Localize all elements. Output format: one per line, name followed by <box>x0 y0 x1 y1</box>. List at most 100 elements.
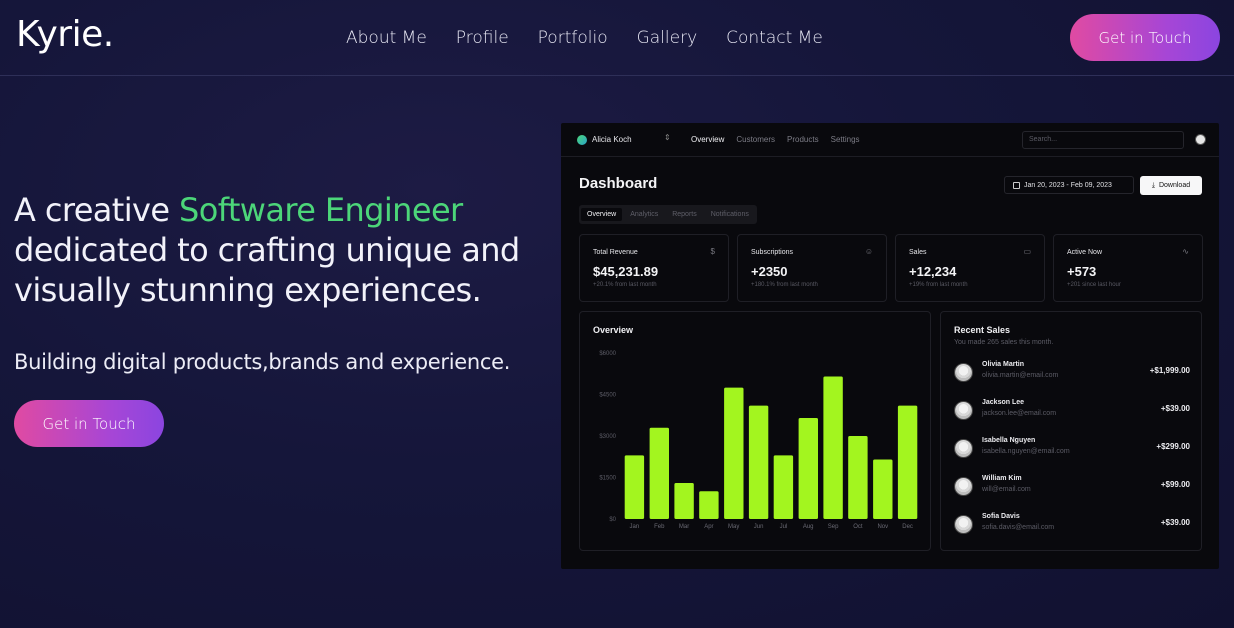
x-tick-label: May <box>728 524 739 530</box>
bar-feb <box>649 427 669 519</box>
sale-email: will@email.com <box>982 486 1031 493</box>
avatar <box>954 401 973 420</box>
kpi-note: +201 since last hour <box>1067 282 1121 288</box>
header-get-in-touch-button[interactable]: Get in Touch <box>1070 14 1220 61</box>
kpi-value: +12,234 <box>909 264 957 279</box>
hero-title-accent: Software Engineer <box>179 191 463 229</box>
account-avatar <box>577 135 587 145</box>
bar-jul <box>773 455 794 519</box>
sale-amount: +$99.00 <box>1160 480 1190 489</box>
dashboard-nav-customers: Customers <box>736 135 776 144</box>
recent-sales-card: Recent Sales You made 265 sales this mon… <box>940 311 1202 551</box>
dashboard-nav-overview: Overview <box>691 135 725 144</box>
tab-analytics: Analytics <box>630 211 659 218</box>
kpi-card-active-now: Active Now ∿ +573 +201 since last hour <box>1053 234 1203 302</box>
kpi-label: Active Now <box>1067 249 1103 256</box>
nav-link-gallery[interactable]: Gallery <box>637 28 698 48</box>
sale-name: William Kim <box>982 475 1022 482</box>
bar-apr <box>699 491 719 519</box>
dashboard-search: Search... <box>1022 131 1184 149</box>
x-tick-label: Apr <box>704 524 713 530</box>
bar-jan <box>624 455 645 519</box>
x-tick-label: Aug <box>803 524 814 530</box>
user-avatar <box>1195 134 1206 145</box>
download-icon: ⤓ <box>1151 181 1155 189</box>
dollar-icon: $ <box>710 247 715 256</box>
kpi-value: $45,231.89 <box>593 264 659 279</box>
bar-dec <box>897 405 918 519</box>
sale-email: jackson.lee@email.com <box>982 410 1057 417</box>
kpi-card-sales: Sales ▭ +12,234 +19% from last month <box>895 234 1045 302</box>
account-name: Alicia Koch <box>592 135 632 144</box>
bar-jun <box>748 405 769 519</box>
bar-oct <box>848 436 868 519</box>
dashboard-topbar: Alicia Koch ⇕ Overview Customers Product… <box>561 123 1219 157</box>
top-navbar: Kyrie. About Me Profile Portfolio Galler… <box>0 0 1234 76</box>
y-tick-label: $0 <box>609 517 616 523</box>
dashboard-preview-image: Alicia Koch ⇕ Overview Customers Product… <box>561 123 1219 569</box>
nav-link-about-me[interactable]: About Me <box>346 28 427 48</box>
sale-amount: +$1,999.00 <box>1149 366 1190 375</box>
date-range-picker: Jan 20, 2023 - Feb 09, 2023 <box>1004 176 1134 194</box>
x-tick-label: Jun <box>754 524 764 530</box>
site-logo[interactable]: Kyrie. <box>16 14 114 55</box>
kpi-label: Subscriptions <box>751 249 794 256</box>
sale-row: Isabella Nguyen isabella.nguyen@email.co… <box>954 436 1190 460</box>
kpi-card-subscriptions: Subscriptions ☺ +2350 +180.1% from last … <box>737 234 887 302</box>
kpi-label: Sales <box>909 249 927 256</box>
x-tick-label: Sep <box>828 524 839 530</box>
nav-link-portfolio[interactable]: Portfolio <box>538 28 608 48</box>
bar-sep <box>823 376 843 519</box>
date-range-text: Jan 20, 2023 - Feb 09, 2023 <box>1024 181 1112 189</box>
sale-amount: +$39.00 <box>1160 404 1190 413</box>
users-icon: ☺ <box>864 247 873 256</box>
y-tick-label: $1500 <box>599 476 616 482</box>
sale-email: sofia.davis@email.com <box>982 524 1055 531</box>
sale-row: Sofia Davis sofia.davis@email.com +$39.0… <box>954 512 1190 536</box>
sale-name: Olivia Martin <box>982 361 1025 368</box>
kpi-label: Total Revenue <box>593 249 638 256</box>
overview-chart-card: Overview $0 $1500 $3000 $4500 $6000 Jan Feb Mar… <box>579 311 931 551</box>
sale-row: Jackson Lee jackson.lee@email.com +$39.0… <box>954 398 1190 422</box>
bar-nov <box>873 459 893 519</box>
avatar <box>954 477 973 496</box>
hero-title-rest: dedicated to crafting unique and visuall… <box>14 231 520 309</box>
kpi-value: +573 <box>1067 264 1097 279</box>
bar-aug <box>798 418 818 519</box>
nav-link-profile[interactable]: Profile <box>456 28 509 48</box>
y-tick-label: $6000 <box>599 351 616 357</box>
sale-email: olivia.martin@email.com <box>982 372 1059 379</box>
recent-sales-subtitle: You made 265 sales this month. <box>954 339 1054 346</box>
kpi-note: +19% from last month <box>909 282 968 288</box>
avatar <box>954 515 973 534</box>
credit-card-icon: ▭ <box>1023 247 1031 256</box>
sale-name: Isabella Nguyen <box>982 437 1036 444</box>
calendar-icon <box>1013 181 1020 189</box>
tab-overview: Overview <box>581 208 623 221</box>
sale-name: Jackson Lee <box>982 399 1025 406</box>
hero-get-in-touch-button[interactable]: Get in Touch <box>14 400 164 447</box>
nav-link-contact-me[interactable]: Contact Me <box>726 28 823 48</box>
avatar <box>954 439 973 458</box>
sale-row: William Kim will@email.com +$99.00 <box>954 474 1190 498</box>
kpi-card-total-revenue: Total Revenue $ $45,231.89 +20.1% from l… <box>579 234 729 302</box>
sale-email: isabella.nguyen@email.com <box>982 448 1070 455</box>
recent-sales-title: Recent Sales <box>954 325 1011 335</box>
hero-title: A creative Software Engineer dedicated t… <box>14 190 554 310</box>
x-tick-label: Dec <box>902 524 913 530</box>
x-tick-label: Jul <box>780 524 788 530</box>
bar-mar <box>674 483 694 519</box>
overview-bar-chart: $0 $1500 $3000 $4500 $6000 Jan Feb Mar Apr May Jun… <box>599 351 918 530</box>
activity-icon: ∿ <box>1182 247 1189 256</box>
main-nav: About Me Profile Portfolio Gallery Conta… <box>346 28 823 48</box>
x-tick-label: Jan <box>630 524 640 530</box>
sale-amount: +$39.00 <box>1160 518 1190 527</box>
tab-reports: Reports <box>672 211 697 218</box>
bar-may <box>724 387 744 519</box>
x-tick-label: Nov <box>877 524 888 530</box>
tab-notifications: Notifications <box>710 211 749 218</box>
chevron-updown-icon: ⇕ <box>664 133 671 142</box>
download-button: ⤓ Download <box>1140 176 1202 195</box>
dashboard-title: Dashboard <box>579 175 658 192</box>
dashboard-nav-products: Products <box>787 135 819 144</box>
